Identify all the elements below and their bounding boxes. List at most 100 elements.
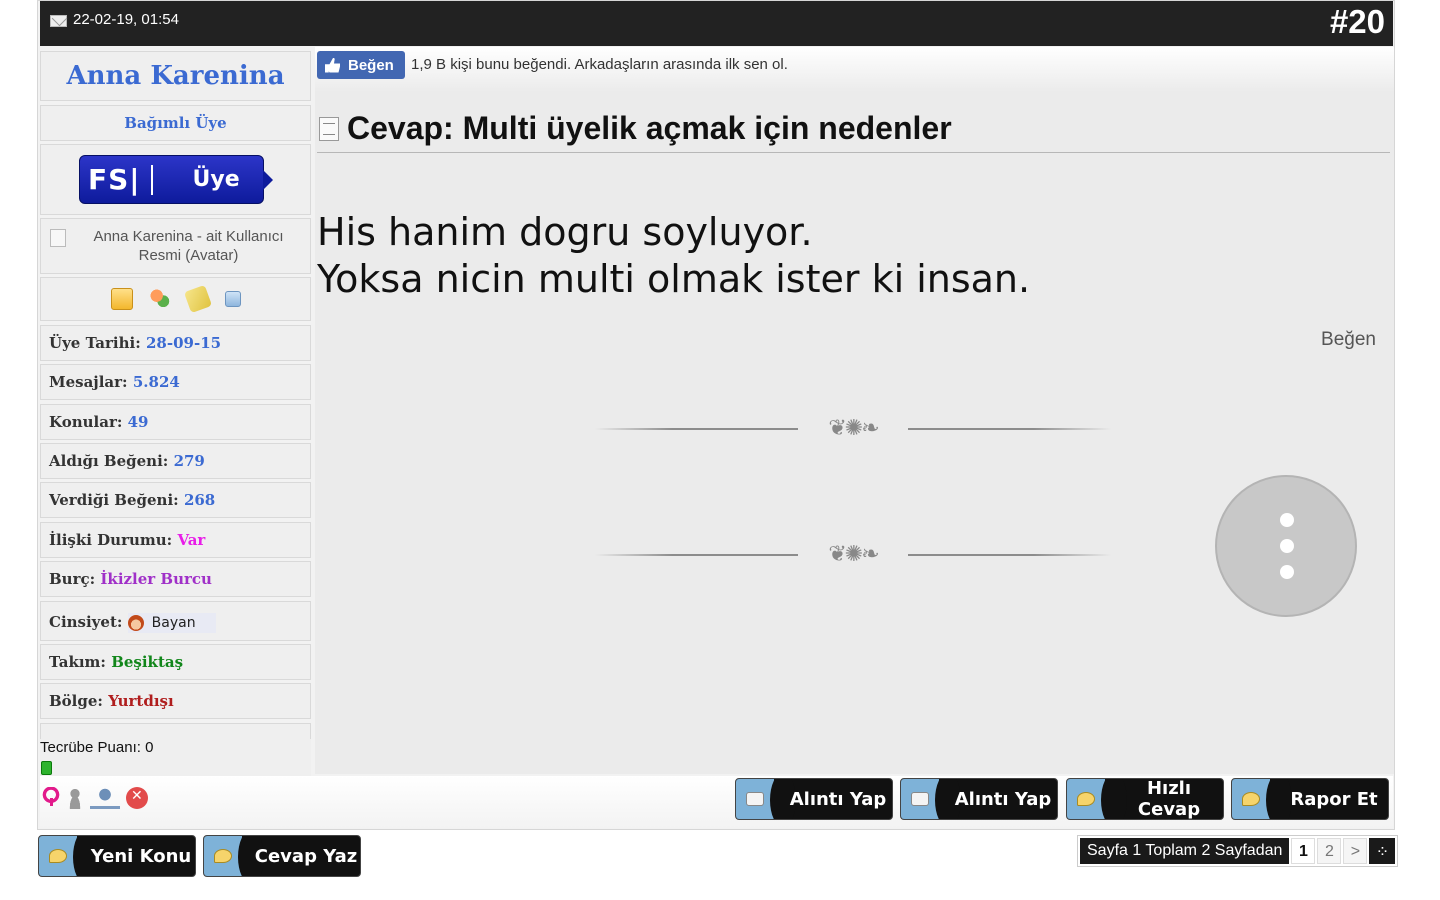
- stat-label: Üye Tarihi:: [49, 334, 141, 352]
- gender-badge: Bayan: [127, 613, 216, 633]
- quote-icon: [911, 792, 929, 806]
- scale-icon[interactable]: [90, 787, 120, 809]
- reply-icon: [214, 849, 232, 863]
- user-status-icons: [42, 787, 148, 809]
- stat-label: Bölge:: [49, 692, 103, 710]
- document-icon: [319, 116, 339, 141]
- facebook-like-label: Beğen: [348, 56, 394, 74]
- stat-topics: Konular: 49: [40, 404, 311, 440]
- more-options-button[interactable]: [1215, 475, 1357, 617]
- dot-icon: [1280, 513, 1294, 527]
- stat-label: Aldığı Beğeni:: [49, 452, 169, 470]
- block-icon[interactable]: [126, 787, 148, 809]
- post-date: 22-02-19, 01:54: [50, 11, 179, 28]
- quick-reply-button[interactable]: Hızlı Cevap: [1066, 778, 1224, 820]
- post-main: Beğen 1,9 B kişi bunu beğendi. Arkadaşla…: [315, 47, 1394, 774]
- report-button-label: Rapor Et: [1290, 788, 1378, 810]
- quote-button[interactable]: Alıntı Yap: [735, 778, 893, 820]
- stat-value: Yurtdışı: [108, 692, 174, 710]
- xp-indicator-icon: [41, 761, 52, 775]
- dot-icon: [1280, 565, 1294, 579]
- folder-icon[interactable]: [110, 288, 133, 310]
- mail-icon: [50, 14, 67, 27]
- post-body-line: Yoksa nicin multi olmak ister ki insan.: [317, 257, 1031, 301]
- reply-bubble-icon: [1077, 792, 1095, 806]
- rank-box: FS| Üye: [40, 144, 311, 215]
- multi-quote-button-label: Alıntı Yap: [954, 788, 1052, 810]
- stat-team: Takım: Beşiktaş: [40, 644, 311, 680]
- users-icon[interactable]: [148, 288, 171, 310]
- stat-label: Konular:: [49, 413, 123, 431]
- stat-likes-given: Verdiği Beğeni: 268: [40, 482, 311, 518]
- new-topic-button[interactable]: Yeni Konu: [38, 835, 196, 877]
- post-footer: Alıntı Yap Alıntı Yap Hızlı Cevap Rapor …: [40, 776, 1393, 828]
- copy-icon[interactable]: [224, 291, 241, 307]
- stat-value: 28-09-15: [146, 334, 222, 352]
- ornament-divider: ❦✺❧: [595, 539, 1111, 569]
- stat-value: 49: [127, 413, 149, 431]
- stat-value: İkizler Burcu: [100, 570, 212, 588]
- quote-icon: [746, 792, 764, 806]
- post-container: 22-02-19, 01:54 #20 Anna Karenina Bağıml…: [37, 0, 1395, 830]
- reply-label: Cevap Yaz: [254, 845, 358, 867]
- reply-button[interactable]: Cevap Yaz: [203, 835, 361, 877]
- ornament-icon: ❦✺❧: [798, 541, 908, 567]
- stat-relationship: İlişki Durumu: Var: [40, 522, 311, 558]
- stat-messages: Mesajlar: 5.824: [40, 364, 311, 400]
- female-face-icon: [127, 615, 144, 631]
- pagination: Sayfa 1 Toplam 2 Sayfadan 1 2 >: [1077, 835, 1399, 867]
- post-body: His hanim dogru soyluyor. Yoksa nicin mu…: [317, 209, 1030, 303]
- stat-value: 268: [183, 491, 216, 509]
- stat-value: Beşiktaş: [111, 653, 184, 671]
- rank-label: Üye: [192, 167, 240, 192]
- stat-zodiac: Burç: İkizler Burcu: [40, 561, 311, 597]
- stat-label: Mesajlar:: [49, 373, 128, 391]
- stat-label: İlişki Durumu:: [49, 531, 173, 549]
- broken-image-icon: [50, 229, 66, 247]
- like-link[interactable]: Beğen: [1321, 329, 1376, 351]
- page-link[interactable]: 2: [1317, 838, 1342, 864]
- stat-region: Bölge: Yurtdışı: [40, 683, 311, 719]
- quick-reply-button-label: Hızlı Cevap: [1137, 778, 1201, 820]
- stat-value: Var: [177, 531, 206, 549]
- thumbs-up-icon: [325, 57, 340, 73]
- quote-button-label: Alıntı Yap: [789, 788, 887, 810]
- next-page-link[interactable]: >: [1343, 838, 1368, 864]
- facebook-like-count: 1,9 B kişi bunu beğendi. Arkadaşların ar…: [411, 56, 788, 73]
- stat-join-date: Üye Tarihi: 28-09-15: [40, 325, 311, 361]
- rank-badge: FS| Üye: [79, 155, 273, 204]
- post-number[interactable]: #20: [1330, 3, 1385, 41]
- page-link-current[interactable]: 1: [1291, 838, 1316, 864]
- stat-value: 5.824: [132, 373, 180, 391]
- post-body-line: His hanim dogru soyluyor.: [317, 210, 813, 254]
- stat-label: Verdiği Beğeni:: [49, 491, 179, 509]
- rank-abbr: FS|: [80, 164, 153, 195]
- user-icon-bar: [40, 277, 311, 321]
- ornament-divider: ❦✺❧: [595, 413, 1111, 443]
- stat-label: Cinsiyet:: [49, 613, 123, 631]
- post-top-bar: Beğen 1,9 B kişi bunu beğendi. Arkadaşla…: [315, 47, 1394, 92]
- avatar[interactable]: Anna Karenina - ait Kullanıcı Resmi (Ava…: [40, 218, 311, 274]
- post-title: Cevap: Multi üyelik açmak için nedenler: [347, 110, 952, 146]
- page-jump-icon[interactable]: [1369, 838, 1396, 864]
- post-date-text: 22-02-19, 01:54: [73, 11, 179, 28]
- female-icon: [42, 787, 60, 809]
- tag-icon[interactable]: [183, 284, 212, 314]
- xp-box: [40, 723, 311, 740]
- ornament-icon: ❦✺❧: [798, 415, 908, 441]
- report-bubble-icon: [1242, 792, 1260, 806]
- username[interactable]: Anna Karenina: [40, 51, 311, 101]
- stat-likes-received: Aldığı Beğeni: 279: [40, 443, 311, 479]
- user-icon: [66, 787, 84, 809]
- facebook-like-button[interactable]: Beğen: [317, 51, 405, 79]
- report-button[interactable]: Rapor Et: [1231, 778, 1389, 820]
- stat-value: Bayan: [151, 615, 196, 631]
- experience-text: Tecrübe Puanı: 0: [40, 739, 154, 756]
- stat-gender: Cinsiyet: Bayan: [40, 601, 311, 641]
- multi-quote-button[interactable]: Alıntı Yap: [900, 778, 1058, 820]
- dot-icon: [1280, 539, 1294, 553]
- stat-label: Burç:: [49, 570, 96, 588]
- avatar-alt-text: Anna Karenina - ait Kullanıcı Resmi (Ava…: [93, 228, 284, 264]
- new-topic-icon: [49, 849, 67, 863]
- stat-value: 279: [173, 452, 205, 470]
